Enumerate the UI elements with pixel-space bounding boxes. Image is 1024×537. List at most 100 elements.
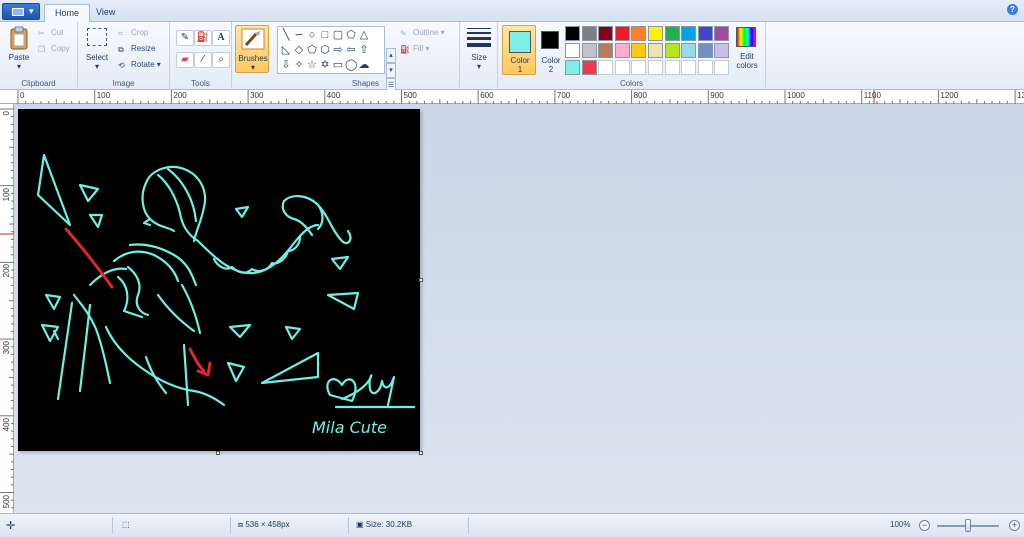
shapes-scroll-down[interactable]: ▾ <box>386 63 396 78</box>
curve-shape-icon[interactable]: ∽ <box>293 29 305 41</box>
canvas-resize-handle-bottom[interactable] <box>216 451 220 455</box>
palette-color[interactable] <box>714 60 730 75</box>
canvas-resize-handle-corner[interactable] <box>419 451 423 455</box>
palette-color[interactable] <box>598 26 614 41</box>
paint-menu-icon <box>12 8 24 16</box>
tab-view[interactable]: View <box>86 4 125 23</box>
palette-color[interactable] <box>614 26 630 41</box>
ruler-ticks-vertical <box>0 108 14 509</box>
right-triangle-shape-icon[interactable]: ◺ <box>280 44 292 56</box>
right-arrow-shape-icon[interactable]: ⇨ <box>332 44 344 56</box>
palette-color[interactable] <box>581 60 597 75</box>
zoom-out-icon[interactable]: − <box>919 520 930 531</box>
palette-color[interactable] <box>631 60 647 75</box>
magnifier-icon[interactable]: ⌕ <box>212 52 230 68</box>
paint-menu-button[interactable]: ▾ <box>2 3 40 20</box>
palette-color[interactable] <box>648 43 663 58</box>
copy-button[interactable]: ❐ Copy <box>38 44 70 58</box>
palette-color[interactable] <box>648 26 663 41</box>
callout-oval-shape-icon[interactable]: ◯ <box>345 59 357 71</box>
diamond-shape-icon[interactable]: ◇ <box>293 44 305 56</box>
colors-group-label: Colors <box>619 79 644 88</box>
palette-color[interactable] <box>697 26 713 41</box>
edit-colors-button[interactable]: Edit colors <box>732 26 762 74</box>
tab-home[interactable]: Home <box>44 4 91 23</box>
fill-bucket-icon[interactable]: ⛽ <box>194 30 212 46</box>
palette-color[interactable] <box>614 60 630 75</box>
callout-rect-shape-icon[interactable]: ▭ <box>332 59 344 71</box>
pencil-icon[interactable]: ✎ <box>176 30 194 46</box>
palette-color[interactable] <box>565 43 580 58</box>
six-point-star-shape-icon[interactable]: ✡ <box>319 59 331 71</box>
triangle-shape-icon[interactable]: △ <box>358 29 370 41</box>
color1-button[interactable]: Color 1 <box>502 25 536 75</box>
five-point-star-shape-icon[interactable]: ☆ <box>306 59 318 71</box>
palette-color[interactable] <box>714 43 730 58</box>
zoom-slider-thumb[interactable] <box>965 519 971 532</box>
shapes-scroll-up[interactable]: ▴ <box>386 48 396 63</box>
ruler-label: 400 <box>326 91 341 100</box>
ruler-label: 500 <box>2 494 11 508</box>
paste-button[interactable]: Paste ▾ <box>5 26 33 72</box>
palette-color[interactable] <box>631 43 647 58</box>
crop-button[interactable]: ⌗ Crop <box>118 28 148 42</box>
polygon-shape-icon[interactable]: ⬠ <box>345 29 357 41</box>
resize-button[interactable]: ⧉ Resize <box>118 44 155 58</box>
palette-color[interactable] <box>664 60 680 75</box>
hexagon-shape-icon[interactable]: ⬡ <box>319 44 331 56</box>
color2-button[interactable]: Color 2 <box>536 25 564 75</box>
crosshair-icon: ✛ <box>6 520 16 532</box>
disk-icon: ▣ <box>356 520 366 529</box>
help-icon[interactable]: ? <box>1007 4 1018 15</box>
palette-color[interactable] <box>664 43 680 58</box>
line-shape-icon[interactable]: ╲ <box>280 29 292 41</box>
outline-pen-icon: ✎ <box>400 29 407 38</box>
palette-color[interactable] <box>697 43 713 58</box>
rectangle-shape-icon[interactable]: □ <box>319 29 331 41</box>
zoom-in-icon[interactable]: + <box>1009 520 1020 531</box>
palette-color[interactable] <box>598 43 614 58</box>
palette-color[interactable] <box>697 60 713 75</box>
oval-shape-icon[interactable]: ○ <box>306 29 318 41</box>
palette-color[interactable] <box>664 26 680 41</box>
brushes-button[interactable]: Brushes ▾ <box>235 25 269 73</box>
fill-button[interactable]: ⛽ Fill ▾ <box>400 44 429 58</box>
palette-color[interactable] <box>681 26 697 41</box>
down-arrow-shape-icon[interactable]: ⇩ <box>280 59 292 71</box>
size-button[interactable]: Size ▾ <box>464 26 494 72</box>
canvas-resize-handle-right[interactable] <box>419 278 423 282</box>
four-point-star-shape-icon[interactable]: ✧ <box>293 59 305 71</box>
palette-color[interactable] <box>648 60 663 75</box>
palette-color[interactable] <box>565 26 580 41</box>
left-arrow-shape-icon[interactable]: ⇦ <box>345 44 357 56</box>
eraser-icon[interactable]: ▰ <box>176 52 194 68</box>
selection-size-icon: ⬚ <box>122 520 130 529</box>
palette-color[interactable] <box>714 26 730 41</box>
palette-color[interactable] <box>598 60 614 75</box>
resize-icon: ⧉ <box>118 45 124 54</box>
rotate-button[interactable]: ⟲ Rotate ▾ <box>118 60 161 74</box>
palette-color[interactable] <box>681 60 697 75</box>
text-tool-icon[interactable]: A <box>212 30 230 46</box>
rounded-rectangle-shape-icon[interactable]: ▢ <box>332 29 344 41</box>
up-arrow-shape-icon[interactable]: ⇧ <box>358 44 370 56</box>
palette-color[interactable] <box>614 43 630 58</box>
dimensions-text: 536 × 458px <box>245 520 290 529</box>
pentagon-shape-icon[interactable]: ⬠ <box>306 44 318 56</box>
palette-color[interactable] <box>681 43 697 58</box>
copy-label: Copy <box>51 44 70 53</box>
ruler-label: 600 <box>480 91 494 100</box>
cloud-callout-shape-icon[interactable]: ☁ <box>358 59 370 71</box>
cut-button[interactable]: ✂ Cut <box>38 28 63 42</box>
palette-color[interactable] <box>631 26 647 41</box>
ruler-label: 400 <box>2 417 11 432</box>
drawing-canvas[interactable]: Mila Cute <box>18 109 420 451</box>
edit-colors-label-1: Edit <box>740 52 754 61</box>
palette-color[interactable] <box>565 60 580 75</box>
palette-color[interactable] <box>581 26 597 41</box>
image-group-label: Image <box>112 79 135 88</box>
palette-color[interactable] <box>581 43 597 58</box>
color-picker-icon[interactable]: ⁄ <box>194 52 212 68</box>
outline-button[interactable]: ✎ Outline ▾ <box>400 28 445 42</box>
select-button[interactable]: Select ▾ <box>84 26 110 72</box>
